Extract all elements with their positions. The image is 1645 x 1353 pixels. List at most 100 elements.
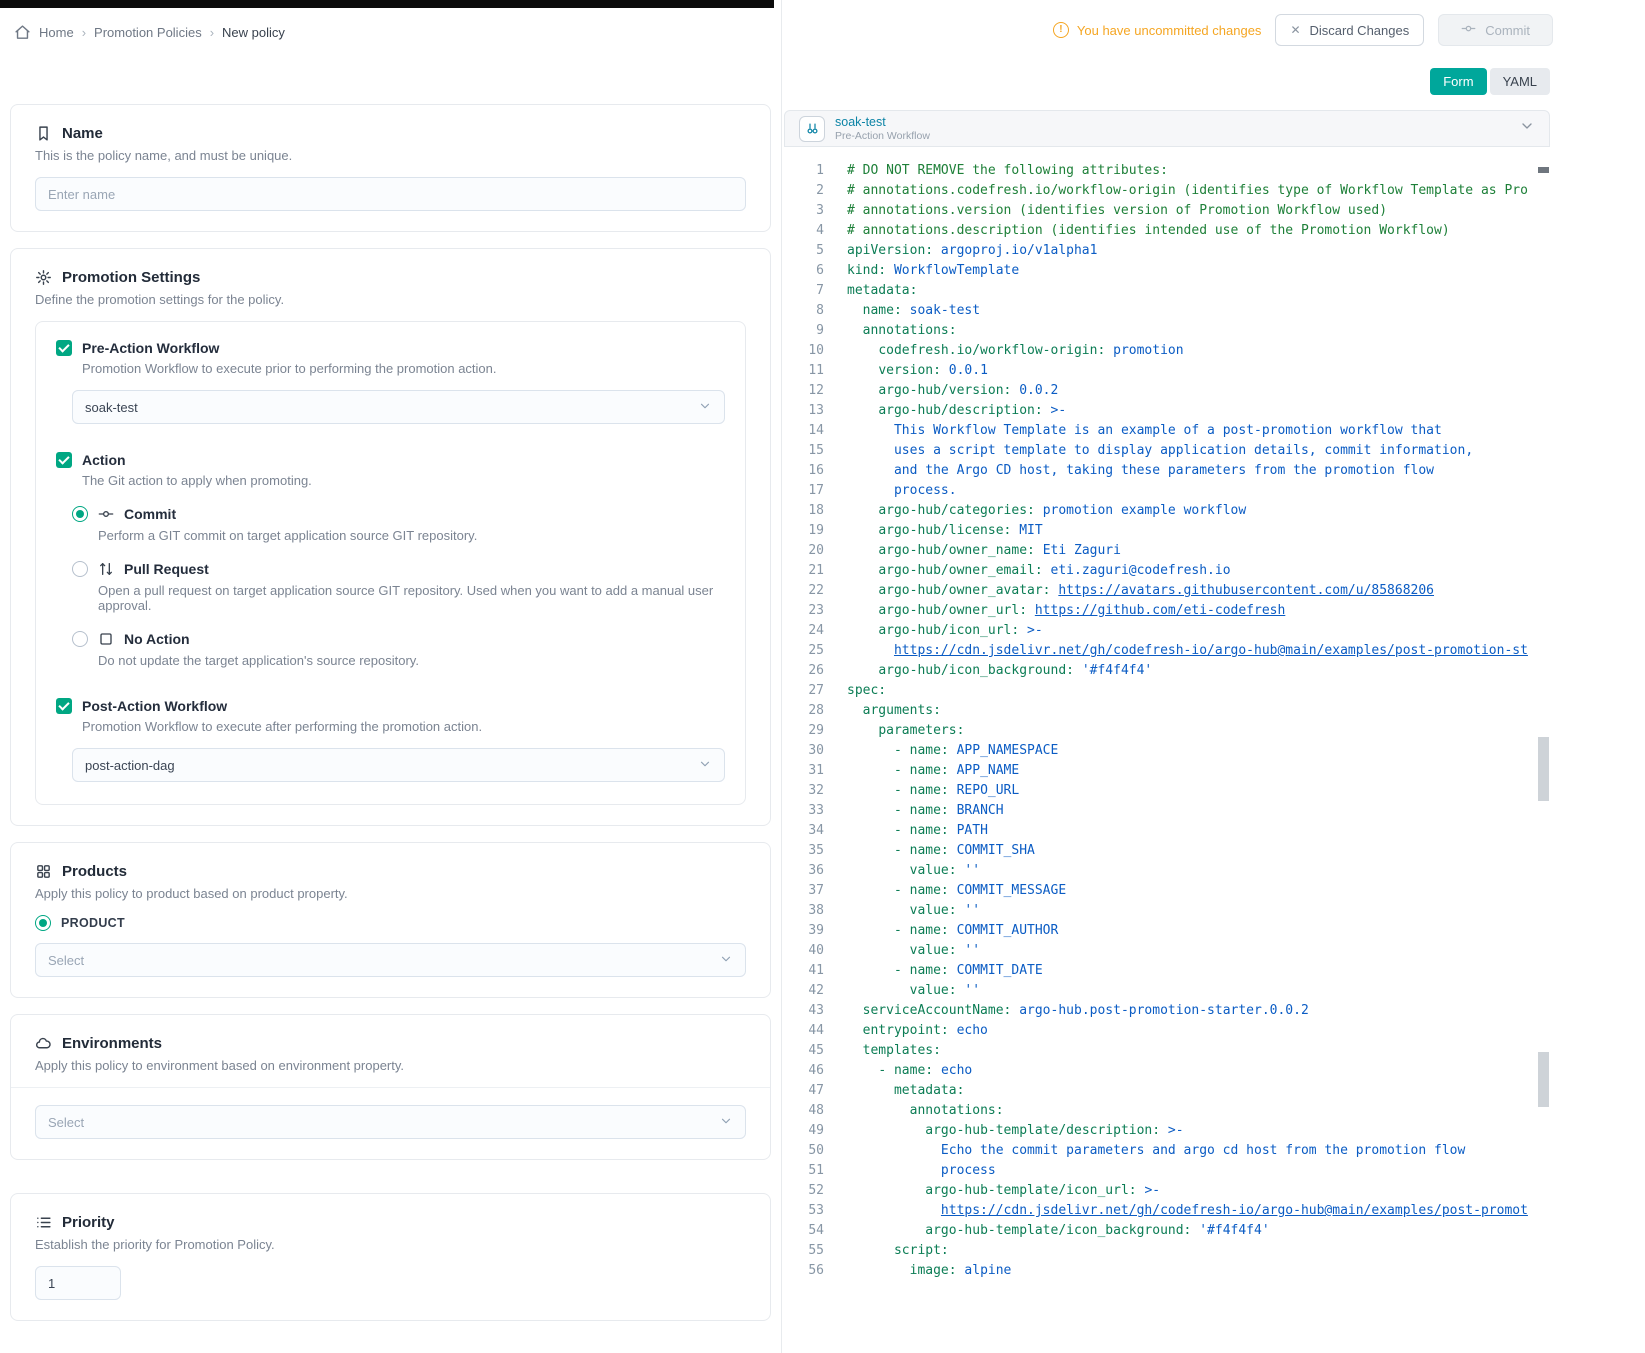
tab-form[interactable]: Form bbox=[1430, 68, 1486, 95]
product-radio-label: PRODUCT bbox=[61, 916, 125, 930]
line-number: 17 bbox=[784, 481, 824, 501]
priority-section: Priority Establish the priority for Prom… bbox=[10, 1193, 771, 1321]
action-option-no-action: No Action Do not update the target appli… bbox=[72, 631, 725, 668]
pull-request-radio-row[interactable]: Pull Request bbox=[72, 561, 725, 577]
post-action-workflow-select[interactable]: post-action-dag bbox=[72, 748, 725, 782]
commit-button[interactable]: Commit bbox=[1438, 14, 1553, 46]
policy-form-panel: Home › Promotion Policies › New policy N… bbox=[0, 0, 781, 1353]
policy-name-input[interactable] bbox=[35, 177, 746, 211]
no-action-option-label: No Action bbox=[124, 631, 190, 647]
line-number: 27 bbox=[784, 681, 824, 701]
code-line: 22 argo-hub/owner_avatar: https://avatar… bbox=[784, 581, 1550, 601]
code-line: 35 - name: COMMIT_SHA bbox=[784, 841, 1550, 861]
pull-request-radio[interactable] bbox=[72, 561, 88, 577]
breadcrumb-promotion-policies[interactable]: Promotion Policies bbox=[94, 25, 202, 40]
post-action-checkbox[interactable] bbox=[56, 698, 72, 714]
priority-description: Establish the priority for Promotion Pol… bbox=[35, 1237, 746, 1252]
line-number: 34 bbox=[784, 821, 824, 841]
code-line: 20 argo-hub/owner_name: Eti Zaguri bbox=[784, 541, 1550, 561]
product-property-radio-row[interactable]: PRODUCT bbox=[35, 915, 746, 931]
name-section-header: Name bbox=[35, 125, 746, 142]
code-line: 44 entrypoint: echo bbox=[784, 1021, 1550, 1041]
scrollbar-decoration[interactable] bbox=[1538, 737, 1549, 801]
code-line: 17 process. bbox=[784, 481, 1550, 501]
home-icon[interactable] bbox=[14, 24, 31, 41]
tab-yaml[interactable]: YAML bbox=[1490, 68, 1550, 95]
action-toggle[interactable]: Action bbox=[56, 452, 725, 468]
gear-icon bbox=[35, 269, 52, 286]
top-loading-bar bbox=[0, 0, 774, 8]
line-number: 46 bbox=[784, 1061, 824, 1081]
no-action-radio-row[interactable]: No Action bbox=[72, 631, 725, 647]
environment-select-placeholder: Select bbox=[48, 1115, 84, 1130]
line-number: 42 bbox=[784, 981, 824, 1001]
code-text: script: bbox=[847, 1241, 1550, 1261]
environment-select[interactable]: Select bbox=[35, 1105, 746, 1139]
editor-scrollbar bbox=[1538, 147, 1550, 1353]
code-line: 30 - name: APP_NAMESPACE bbox=[784, 741, 1550, 761]
code-text: argo-hub/owner_name: Eti Zaguri bbox=[847, 541, 1550, 561]
products-section: Products Apply this policy to product ba… bbox=[10, 842, 771, 998]
breadcrumb-new-policy: New policy bbox=[222, 25, 285, 40]
scrollbar-decoration[interactable] bbox=[1538, 1052, 1549, 1107]
line-number: 15 bbox=[784, 441, 824, 461]
code-text: uses a script template to display applic… bbox=[847, 441, 1550, 461]
code-text: argo-hub-template/icon_background: '#f4f… bbox=[847, 1221, 1550, 1241]
commit-radio-row[interactable]: Commit bbox=[72, 506, 725, 522]
code-text: kind: WorkflowTemplate bbox=[847, 261, 1550, 281]
code-text: serviceAccountName: argo-hub.post-promot… bbox=[847, 1001, 1550, 1021]
post-action-selected-value: post-action-dag bbox=[85, 758, 175, 773]
code-text: argo-hub/version: 0.0.2 bbox=[847, 381, 1550, 401]
discard-changes-button[interactable]: ✕ Discard Changes bbox=[1275, 14, 1424, 46]
bookmark-icon bbox=[35, 125, 52, 142]
post-action-workflow-toggle[interactable]: Post-Action Workflow bbox=[56, 698, 725, 714]
code-line: 51 process bbox=[784, 1161, 1550, 1181]
product-radio[interactable] bbox=[35, 915, 51, 931]
code-area[interactable]: 1# DO NOT REMOVE the following attribute… bbox=[784, 147, 1550, 1353]
line-number: 38 bbox=[784, 901, 824, 921]
code-text: argo-hub/owner_avatar: https://avatars.g… bbox=[847, 581, 1550, 601]
code-text: - name: COMMIT_DATE bbox=[847, 961, 1550, 981]
code-line: 10 codefresh.io/workflow-origin: promoti… bbox=[784, 341, 1550, 361]
code-text: - name: COMMIT_SHA bbox=[847, 841, 1550, 861]
pre-action-workflow-select[interactable]: soak-test bbox=[72, 390, 725, 424]
code-line: 25 https://cdn.jsdelivr.net/gh/codefresh… bbox=[784, 641, 1550, 661]
code-line: 34 - name: PATH bbox=[784, 821, 1550, 841]
line-number: 39 bbox=[784, 921, 824, 941]
pre-action-selected-value: soak-test bbox=[85, 400, 138, 415]
no-action-radio[interactable] bbox=[72, 631, 88, 647]
code-text: - name: BRANCH bbox=[847, 801, 1550, 821]
breadcrumb: Home › Promotion Policies › New policy bbox=[14, 22, 781, 42]
code-text: argo-hub/owner_email: eti.zaguri@codefre… bbox=[847, 561, 1550, 581]
product-select[interactable]: Select bbox=[35, 943, 746, 977]
line-number: 36 bbox=[784, 861, 824, 881]
code-line: 54 argo-hub-template/icon_background: '#… bbox=[784, 1221, 1550, 1241]
breadcrumb-home[interactable]: Home bbox=[39, 25, 74, 40]
action-checkbox[interactable] bbox=[56, 452, 72, 468]
collapse-chevron-icon[interactable] bbox=[1519, 118, 1535, 139]
code-text: apiVersion: argoproj.io/v1alpha1 bbox=[847, 241, 1550, 261]
priority-input[interactable] bbox=[35, 1266, 121, 1300]
line-number: 49 bbox=[784, 1121, 824, 1141]
line-number: 28 bbox=[784, 701, 824, 721]
commit-radio[interactable] bbox=[72, 506, 88, 522]
code-text: spec: bbox=[847, 681, 1550, 701]
pre-action-label: Pre-Action Workflow bbox=[82, 340, 219, 356]
line-number: 19 bbox=[784, 521, 824, 541]
code-line: 52 argo-hub-template/icon_url: >- bbox=[784, 1181, 1550, 1201]
line-number: 12 bbox=[784, 381, 824, 401]
environments-title: Environments bbox=[62, 1035, 162, 1052]
code-line: 9 annotations: bbox=[784, 321, 1550, 341]
pre-action-checkbox[interactable] bbox=[56, 340, 72, 356]
action-option-pull-request: Pull Request Open a pull request on targ… bbox=[72, 561, 725, 613]
chevron-down-icon bbox=[719, 952, 733, 969]
line-number: 41 bbox=[784, 961, 824, 981]
promotion-settings-title: Promotion Settings bbox=[62, 269, 200, 286]
git-commit-icon bbox=[98, 506, 114, 522]
code-text: value: '' bbox=[847, 861, 1550, 881]
pre-action-workflow-toggle[interactable]: Pre-Action Workflow bbox=[56, 340, 725, 356]
code-text: argo-hub/license: MIT bbox=[847, 521, 1550, 541]
scrollbar-thumb[interactable] bbox=[1538, 167, 1549, 173]
code-line: 50 Echo the commit parameters and argo c… bbox=[784, 1141, 1550, 1161]
code-line: 28 arguments: bbox=[784, 701, 1550, 721]
